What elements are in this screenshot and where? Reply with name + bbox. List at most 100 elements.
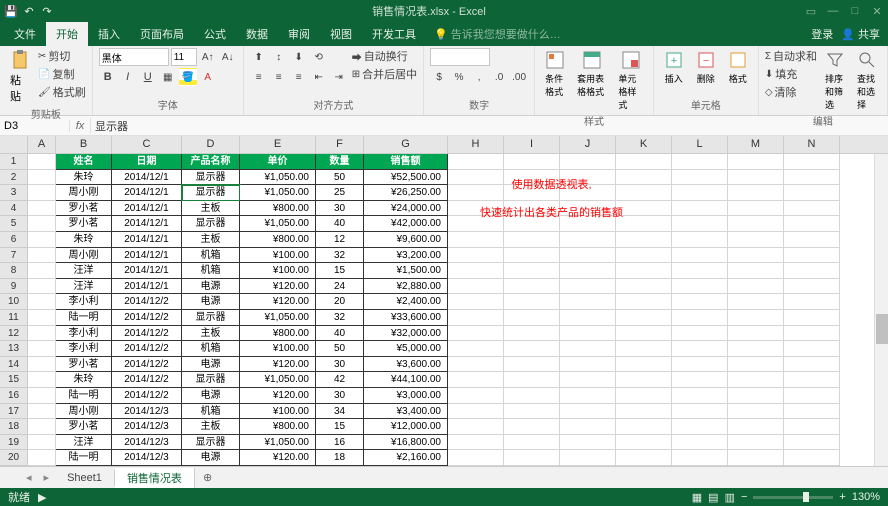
cell[interactable] [504,310,560,326]
cell[interactable]: ¥800.00 [240,419,316,435]
ribbon-tab-文件[interactable]: 文件 [4,22,46,46]
zoom-slider[interactable] [753,496,833,499]
cell[interactable] [28,404,56,420]
cell[interactable] [560,404,616,420]
cell[interactable] [784,170,840,186]
indent-dec-icon[interactable]: ⇤ [310,68,328,86]
bold-button[interactable]: B [99,68,117,86]
number-format-select[interactable] [430,48,490,66]
fill-button[interactable]: ⬇ 填充 [765,66,817,82]
cell[interactable]: 显示器 [182,216,240,232]
row-header[interactable]: 16 [0,388,28,404]
cell[interactable] [504,154,560,170]
cell[interactable]: ¥100.00 [240,404,316,420]
row-header[interactable]: 18 [0,419,28,435]
cell[interactable] [616,357,672,373]
ribbon-tab-视图[interactable]: 视图 [320,22,362,46]
view-page-icon[interactable]: ▤ [708,491,718,504]
cell[interactable] [448,294,504,310]
cell[interactable] [784,404,840,420]
insert-cells-button[interactable]: +插入 [660,48,688,87]
col-header-F[interactable]: F [316,136,364,153]
cell[interactable]: 朱玲 [56,232,112,248]
cell[interactable]: 2014/12/2 [112,310,182,326]
add-sheet-icon[interactable]: ⊕ [195,469,220,486]
font-name-select[interactable] [99,48,169,66]
sort-filter-button[interactable]: 排序和筛选 [821,48,849,113]
cell[interactable] [560,419,616,435]
cell[interactable]: 34 [316,404,364,420]
cell[interactable] [616,450,672,466]
cell[interactable] [448,372,504,388]
cell[interactable] [28,216,56,232]
col-header-G[interactable]: G [364,136,448,153]
cell[interactable]: 2014/12/1 [112,170,182,186]
indent-inc-icon[interactable]: ⇥ [330,68,348,86]
cell[interactable]: ¥33,600.00 [364,310,448,326]
cell[interactable] [616,248,672,264]
cell[interactable]: ¥100.00 [240,248,316,264]
cell[interactable] [448,154,504,170]
format-as-table-button[interactable]: 套用表格格式 [573,48,610,100]
cell[interactable] [28,435,56,451]
fill-color-button[interactable]: 🪣 [179,68,197,86]
cell[interactable]: 16 [316,435,364,451]
cell[interactable]: 2014/12/1 [112,263,182,279]
cell[interactable] [28,341,56,357]
cell[interactable]: 姓名 [56,154,112,170]
cell[interactable] [616,341,672,357]
macro-record-icon[interactable]: ▶ [38,491,46,504]
align-middle-icon[interactable]: ↕ [270,48,288,66]
delete-cells-button[interactable]: −删除 [692,48,720,87]
cell[interactable]: 2014/12/1 [112,279,182,295]
ribbon-tab-公式[interactable]: 公式 [194,22,236,46]
cell[interactable] [504,263,560,279]
format-painter-button[interactable]: 🖌 格式刷 [38,84,86,100]
cell[interactable] [28,326,56,342]
cell[interactable]: 单价 [240,154,316,170]
cell[interactable] [560,294,616,310]
cell[interactable]: 周小刚 [56,248,112,264]
paste-button[interactable]: 粘贴 [6,48,34,106]
col-header-L[interactable]: L [672,136,728,153]
col-header-N[interactable]: N [784,136,840,153]
cell[interactable] [672,170,728,186]
cell[interactable]: 电源 [182,357,240,373]
cell[interactable] [448,357,504,373]
cell[interactable] [504,419,560,435]
cell[interactable]: 2014/12/3 [112,435,182,451]
cell[interactable] [784,341,840,357]
cell[interactable]: 机箱 [182,341,240,357]
cell[interactable]: 2014/12/3 [112,419,182,435]
cell[interactable] [672,310,728,326]
cell[interactable] [728,294,784,310]
cell[interactable] [504,357,560,373]
cell[interactable]: ¥100.00 [240,341,316,357]
align-center-icon[interactable]: ≡ [270,68,288,86]
cell[interactable]: ¥100.00 [240,263,316,279]
cell[interactable]: 陆一明 [56,388,112,404]
cell[interactable] [448,248,504,264]
view-break-icon[interactable]: ▥ [725,491,735,504]
sheet-nav-prev-icon[interactable]: ◂ [20,471,38,484]
cell[interactable]: 罗小茗 [56,357,112,373]
cell[interactable]: 电源 [182,279,240,295]
cell[interactable] [560,279,616,295]
cell[interactable]: 40 [316,216,364,232]
cell[interactable]: 2014/12/3 [112,404,182,420]
cell[interactable] [728,170,784,186]
cell[interactable]: 2014/12/2 [112,388,182,404]
cell[interactable]: ¥12,000.00 [364,419,448,435]
cell[interactable]: ¥1,050.00 [240,185,316,201]
cell[interactable] [616,170,672,186]
col-header-I[interactable]: I [504,136,560,153]
col-header-J[interactable]: J [560,136,616,153]
cell[interactable]: 显示器 [182,310,240,326]
cell[interactable] [560,450,616,466]
cell[interactable] [504,404,560,420]
cell[interactable] [728,201,784,217]
align-right-icon[interactable]: ≡ [290,68,308,86]
cell[interactable] [504,388,560,404]
cell[interactable]: 电源 [182,294,240,310]
col-header-H[interactable]: H [448,136,504,153]
